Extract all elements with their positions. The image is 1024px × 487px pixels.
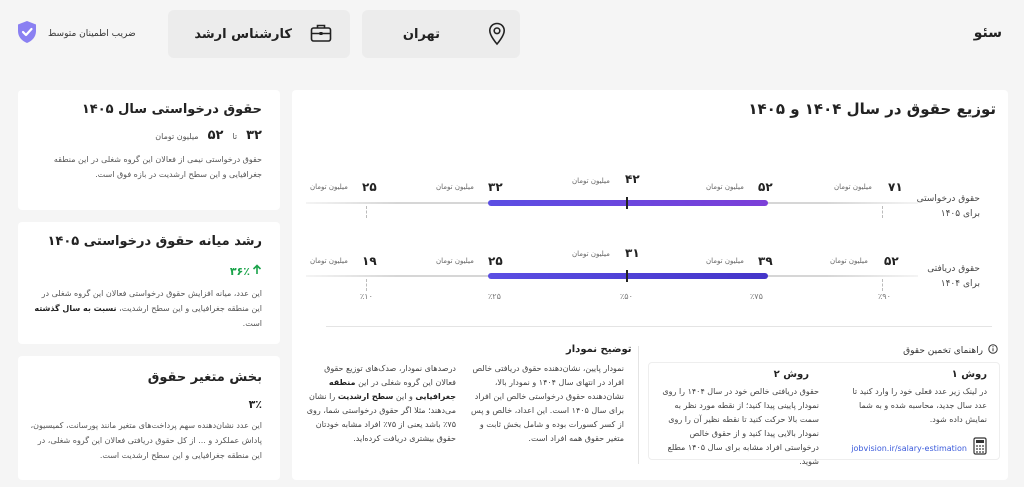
growth-card: رشد میانه حقوق درخواستی ۱۴۰۵ ۳۶٪ این عدد… (18, 222, 280, 344)
row2-label-a: حقوق دریافتی (927, 264, 980, 274)
explain-col2-emph2: سطح ارشدیت (337, 392, 394, 401)
city-selector[interactable]: تهران (362, 10, 520, 58)
row2-p10-unit: میلیون تومان (310, 257, 348, 265)
section-divider (326, 326, 992, 327)
salary-range: ۳۲ تا ۵۲ میلیون تومان (155, 128, 262, 143)
trust-label: ضریب اطمینان متوسط (48, 29, 136, 39)
growth-card-desc: این عدد، میانه افزایش حقوق درخواستی فعال… (30, 286, 262, 331)
guide-heading: راهنمای تخمین حقوق (903, 344, 998, 357)
salary-card-desc: حقوق درخواستی نیمی از فعالان این گروه شغ… (53, 155, 262, 179)
row1-p90-dash (882, 206, 883, 218)
row2-p90-value: ۵۲ (884, 254, 899, 268)
shield-icon (16, 20, 38, 48)
salary-min: ۳۲ (246, 128, 262, 143)
row1-p90-unit: میلیون تومان (834, 183, 872, 191)
row1-iqr-band (488, 200, 768, 206)
growth-value: ۳۶٪ (230, 264, 262, 278)
row2-median-tick (626, 270, 628, 282)
row1-p75-value: ۵۲ (758, 180, 773, 194)
row2-iqr-band (488, 273, 768, 279)
row2-p75-unit: میلیون تومان (706, 257, 744, 265)
method2-title: روش ۲ (773, 369, 809, 380)
row1-p10-value: ۲۵ (362, 180, 377, 194)
row1-p10-dash (366, 206, 367, 218)
explain-col2: درصدهای نمودار، صدک‌های توزیع حقوق فعالا… (306, 362, 456, 446)
guide-box: روش ۱ در لینک زیر عدد فعلی خود را وارد ک… (648, 362, 1000, 466)
method2-text: حقوق دریافتی خالص خود در سال ۱۴۰۴ را روی… (662, 387, 819, 466)
row2-p10-dash (366, 279, 367, 291)
pct-label-90: ٪۹۰ (878, 292, 891, 301)
salary-card-title: حقوق درخواستی سال ۱۴۰۵ (81, 102, 262, 117)
variable-value: ۳٪ (248, 398, 262, 411)
pct-label-75: ٪۷۵ (750, 292, 763, 301)
explain-title: توضیح نمودار (566, 344, 632, 355)
trust-indicator: ضریب اطمینان متوسط (16, 20, 136, 48)
arrow-up-icon (252, 264, 262, 278)
level-selector[interactable]: کارشناس ارشد (168, 10, 350, 58)
row1-p50-unit: میلیون تومان (572, 177, 610, 185)
row2-p25-value: ۲۵ (488, 254, 503, 268)
pct-label-25: ٪۲۵ (488, 292, 501, 301)
row2-label-b: برای ۱۴۰۴ (940, 279, 980, 289)
salary-card: حقوق درخواستی سال ۱۴۰۵ ۳۲ تا ۵۲ میلیون ت… (18, 90, 280, 210)
pct-label-10: ٪۱۰ (360, 292, 373, 301)
row2-p10-value: ۱۹ (362, 254, 377, 268)
vertical-divider (638, 346, 639, 464)
city-label: تهران (402, 26, 440, 42)
row2-label: حقوق دریافتی برای ۱۴۰۴ (927, 262, 980, 292)
salary-unit: میلیون تومان (155, 132, 199, 141)
growth-card-title: رشد میانه حقوق درخواستی ۱۴۰۵ (47, 234, 262, 249)
row2-p90-unit: میلیون تومان (830, 257, 868, 265)
row1-median-tick (626, 197, 628, 209)
briefcase-icon (310, 23, 332, 47)
growth-value-text: ۳۶٪ (229, 264, 250, 278)
row2-p50-unit: میلیون تومان (572, 250, 610, 258)
row1-label-a: حقوق درخواستی (916, 194, 980, 204)
row1-p90-value: ۷۱ (888, 180, 903, 194)
pct-label-50: ٪۵۰ (620, 292, 633, 301)
level-label: کارشناس ارشد (194, 26, 292, 42)
row2-p75-value: ۳۹ (758, 254, 773, 268)
row1-p75-unit: میلیون تومان (706, 183, 744, 191)
salary-estimation-link[interactable]: jobvision.ir/salary-estimation (851, 444, 967, 453)
row1-label: حقوق درخواستی برای ۱۴۰۵ (917, 192, 980, 222)
method1-link-row: jobvision.ir/salary-estimation (851, 437, 987, 459)
row2-p25-unit: میلیون تومان (436, 257, 474, 265)
variable-card: بخش متغیر حقوق ۳٪ این عدد نشان‌دهنده سهم… (18, 356, 280, 480)
row1-p10-unit: میلیون تومان (310, 183, 348, 191)
row1-p25-unit: میلیون تومان (436, 183, 474, 191)
growth-desc-c: است. (242, 319, 262, 328)
job-title: سئو (973, 25, 1002, 41)
info-icon (988, 344, 998, 357)
top-bar: ضریب اطمینان متوسط کارشناس ارشد تهران سئ… (0, 0, 1024, 70)
distribution-title: توزیع حقوق در سال ۱۴۰۴ و ۱۴۰۵ (748, 100, 996, 118)
explain-col1: نمودار پایین، نشان‌دهنده حقوق دریافتی خا… (471, 364, 624, 443)
row1-label-b: برای ۱۴۰۵ (940, 209, 980, 219)
method1-title: روش ۱ (951, 369, 987, 380)
growth-desc-emphasis: نسبت به سال گذشته (34, 304, 117, 313)
variable-card-title: بخش متغیر حقوق (147, 370, 262, 385)
row2-p90-dash (882, 279, 883, 291)
location-pin-icon (488, 22, 506, 50)
calculator-icon (973, 437, 987, 459)
row2-p50-value: ۳۱ (625, 246, 640, 260)
row1-p25-value: ۳۲ (488, 180, 503, 194)
explain-col2-c: و این (395, 392, 413, 401)
guide-title: راهنمای تخمین حقوق (903, 345, 983, 356)
row1-p50-value: ۴۲ (625, 172, 640, 186)
salary-max: ۵۲ (207, 128, 224, 143)
salary-to: تا (232, 132, 238, 141)
method1-text: در لینک زیر عدد فعلی خود را وارد کنید تا… (852, 387, 987, 424)
variable-card-desc: این عدد نشان‌دهنده سهم پرداخت‌های متغیر … (30, 421, 262, 460)
